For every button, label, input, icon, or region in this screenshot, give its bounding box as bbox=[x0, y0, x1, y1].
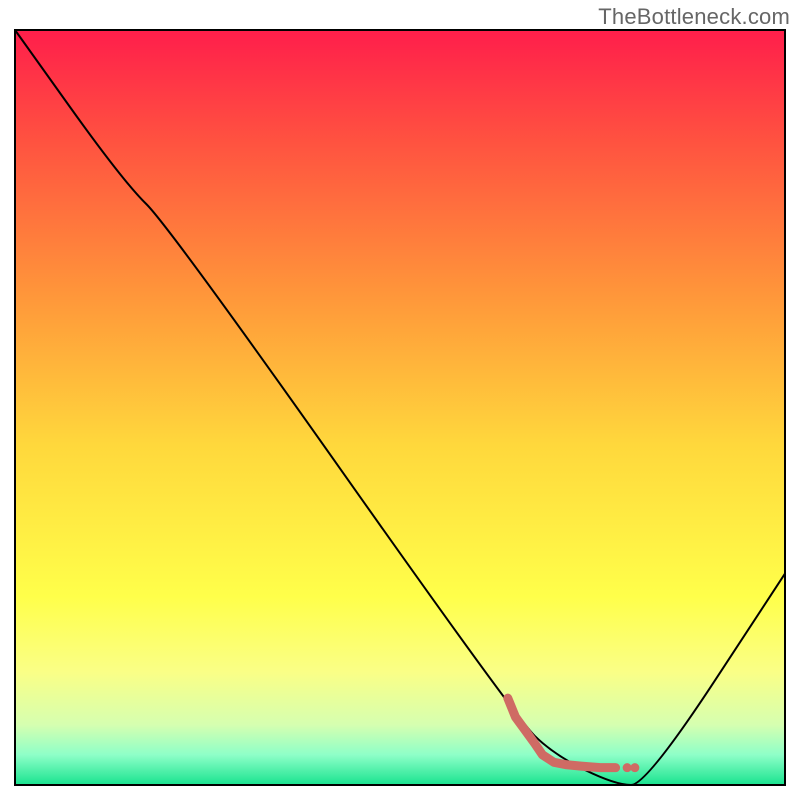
highlight-dot bbox=[630, 763, 639, 772]
highlight-dot bbox=[623, 763, 632, 772]
chart-svg bbox=[0, 0, 800, 800]
chart-container: { "attribution": "TheBottleneck.com", "c… bbox=[0, 0, 800, 800]
attribution-text: TheBottleneck.com bbox=[598, 4, 790, 30]
plot-background bbox=[15, 30, 785, 785]
